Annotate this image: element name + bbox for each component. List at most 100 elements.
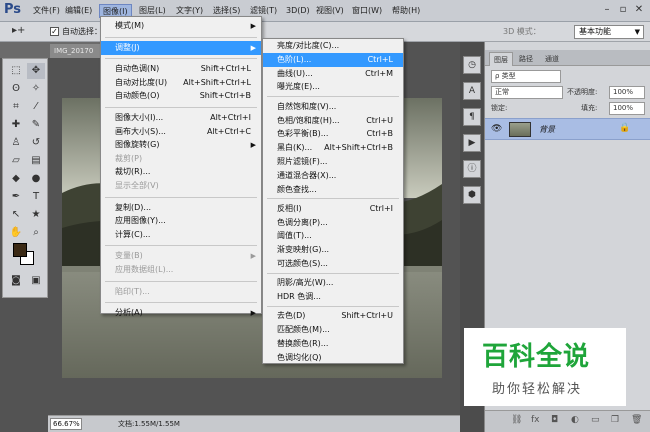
menu-item[interactable]: 模式(M) ▶ <box>101 19 261 33</box>
tab-layers[interactable]: 图层 <box>489 52 513 66</box>
menu-item[interactable]: 渐变映射(G)... <box>263 243 403 257</box>
actions-panel-icon[interactable]: ▶ <box>463 134 481 152</box>
menu-7[interactable]: 3D(D) <box>283 4 313 18</box>
close-button[interactable]: ✕ <box>632 3 646 17</box>
brush-tool-icon[interactable]: ✎ <box>27 117 45 133</box>
crop-tool-icon[interactable]: ⌗ <box>7 99 25 115</box>
menu-item[interactable]: 颜色查找... <box>263 183 403 197</box>
menu-item[interactable]: HDR 色调... <box>263 290 403 304</box>
menu-item[interactable]: 自动颜色(O) Shift+Ctrl+B <box>101 89 261 103</box>
menu-item[interactable]: 自动对比度(U) Alt+Shift+Ctrl+L <box>101 76 261 90</box>
paragraph-panel-icon[interactable]: ¶ <box>463 108 481 126</box>
auto-select-checkbox[interactable]: ✓ <box>50 27 59 36</box>
menu-item-label: 曲线(U)... <box>277 68 313 78</box>
menu-item[interactable]: 阈值(T)... <box>263 229 403 243</box>
menu-item[interactable]: 曲线(U)... Ctrl+M <box>263 67 403 81</box>
new-group-icon[interactable]: ▭ <box>591 415 600 425</box>
menu-item-label: 照片滤镜(F)... <box>277 156 328 166</box>
menu-item[interactable]: 曝光度(E)... <box>263 80 403 94</box>
blur-tool-icon[interactable]: ◆ <box>7 171 25 187</box>
menu-item[interactable]: 画布大小(S)... Alt+Ctrl+C <box>101 125 261 139</box>
menu-item[interactable]: 色调均化(Q) <box>263 351 403 365</box>
layer-row-background[interactable]: 👁 背景 🔒 <box>485 118 650 140</box>
history-panel-icon[interactable]: ◷ <box>463 56 481 74</box>
link-layers-icon[interactable]: ⛓ <box>511 415 522 425</box>
foreground-color-swatch[interactable] <box>13 243 27 257</box>
character-panel-icon[interactable]: A <box>463 82 481 100</box>
clone-stamp-icon[interactable]: ♙ <box>7 135 25 151</box>
layer-filter-select[interactable]: ρ 类型 <box>491 70 561 83</box>
menu-item[interactable]: 匹配颜色(M)... <box>263 323 403 337</box>
hand-tool-icon[interactable]: ✋ <box>7 225 25 241</box>
lasso-tool-icon[interactable]: ʘ <box>7 81 25 97</box>
maximize-button[interactable]: ▫ <box>616 3 630 17</box>
tab-channels[interactable]: 通道 <box>541 52 563 66</box>
menu-item-label: 复制(D)... <box>115 202 152 212</box>
menu-item[interactable]: 复制(D)... <box>101 201 261 215</box>
menu-item[interactable]: 自然饱和度(V)... <box>263 100 403 114</box>
menu-item[interactable]: 调整(J) ▶ <box>101 40 261 55</box>
healing-brush-icon[interactable]: ✚ <box>7 117 25 133</box>
menu-item[interactable]: 色彩平衡(B)... Ctrl+B <box>263 127 403 141</box>
menu-item[interactable]: 黑白(K)... Alt+Shift+Ctrl+B <box>263 141 403 155</box>
menu-9[interactable]: 窗口(W) <box>349 4 385 18</box>
menu-item[interactable]: 照片滤镜(F)... <box>263 155 403 169</box>
screen-mode-icon[interactable]: ▣ <box>27 273 45 289</box>
menu-item[interactable]: 去色(D) Shift+Ctrl+U <box>263 309 403 323</box>
new-layer-icon[interactable]: ❐ <box>611 415 619 425</box>
menu-item[interactable]: 替换颜色(R)... <box>263 337 403 351</box>
menu-1[interactable]: 编辑(E) <box>62 4 95 18</box>
gradient-tool-icon[interactable]: ▤ <box>27 153 45 169</box>
toolbox: ⬚ ✥ ʘ ✧ ⌗ ⁄ ✚ ✎ ♙ ↺ ▱ ▤ ◆ ● ✒ T ↖ ★ ✋ ⌕ … <box>2 58 48 298</box>
menu-0[interactable]: 文件(F) <box>30 4 63 18</box>
menu-item[interactable]: 图像旋转(G) ▶ <box>101 138 261 152</box>
eyedropper-icon[interactable]: ⁄ <box>27 99 45 115</box>
blend-mode-select[interactable]: 正常 <box>491 86 563 99</box>
menu-item[interactable]: 自动色调(N) Shift+Ctrl+L <box>101 62 261 76</box>
path-select-icon[interactable]: ↖ <box>7 207 25 223</box>
menu-item[interactable]: 色调分离(P)... <box>263 216 403 230</box>
menu-item[interactable]: 通道混合器(X)... <box>263 169 403 183</box>
menu-item[interactable]: 色相/饱和度(H)... Ctrl+U <box>263 114 403 128</box>
magic-wand-icon[interactable]: ✧ <box>27 81 45 97</box>
menu-item[interactable]: 反相(I) Ctrl+I <box>263 202 403 216</box>
move-tool-preset-icon[interactable]: ▸+ <box>12 25 40 39</box>
3d-panel-icon[interactable]: ⬢ <box>463 186 481 204</box>
opacity-field[interactable]: 100% <box>609 86 645 99</box>
menu-separator <box>105 245 257 247</box>
workspace-select[interactable]: 基本功能 ▼ <box>574 25 644 39</box>
tab-paths[interactable]: 路径 <box>515 52 537 66</box>
adjustment-layer-icon[interactable]: ◐ <box>571 415 579 425</box>
menu-item[interactable]: 亮度/对比度(C)... <box>263 39 403 53</box>
eraser-tool-icon[interactable]: ▱ <box>7 153 25 169</box>
menu-item[interactable]: 应用图像(Y)... <box>101 214 261 228</box>
move-tool-icon[interactable]: ✥ <box>27 63 45 79</box>
pen-tool-icon[interactable]: ✒ <box>7 189 25 205</box>
delete-layer-icon[interactable]: 🗑 <box>631 415 642 425</box>
history-brush-icon[interactable]: ↺ <box>27 135 45 151</box>
quick-mask-icon[interactable]: ◙ <box>7 273 25 289</box>
minimize-button[interactable]: – <box>600 3 614 17</box>
menu-item[interactable]: 阴影/高光(W)... <box>263 276 403 290</box>
zoom-tool-icon[interactable]: ⌕ <box>27 225 45 241</box>
layer-mask-icon[interactable]: ◘ <box>551 415 558 425</box>
menu-item[interactable]: 计算(C)... <box>101 228 261 242</box>
visibility-eye-icon[interactable]: 👁 <box>491 124 502 134</box>
menu-item[interactable]: 分析(A) ▶ <box>101 306 261 320</box>
menu-10[interactable]: 帮助(H) <box>389 4 423 18</box>
menu-8[interactable]: 视图(V) <box>313 4 347 18</box>
menu-item[interactable]: 裁切(R)... <box>101 165 261 179</box>
document-tab[interactable]: IMG_20170 <box>50 44 100 58</box>
menu-item[interactable]: 可选颜色(S)... <box>263 257 403 271</box>
info-panel-icon[interactable]: ⓘ <box>463 160 481 178</box>
zoom-field[interactable]: 66.67% <box>50 418 82 430</box>
fill-field[interactable]: 100% <box>609 102 645 115</box>
layer-style-icon[interactable]: fx <box>531 415 540 425</box>
type-tool-icon[interactable]: T <box>27 189 45 205</box>
document-size-info[interactable]: 文档:1.55M/1.55M <box>118 419 180 429</box>
menu-item[interactable]: 图像大小(I)... Alt+Ctrl+I <box>101 111 261 125</box>
dodge-tool-icon[interactable]: ● <box>27 171 45 187</box>
marquee-tool-icon[interactable]: ⬚ <box>7 63 25 79</box>
menu-item[interactable]: 色阶(L)... Ctrl+L <box>263 52 403 67</box>
shape-tool-icon[interactable]: ★ <box>27 207 45 223</box>
